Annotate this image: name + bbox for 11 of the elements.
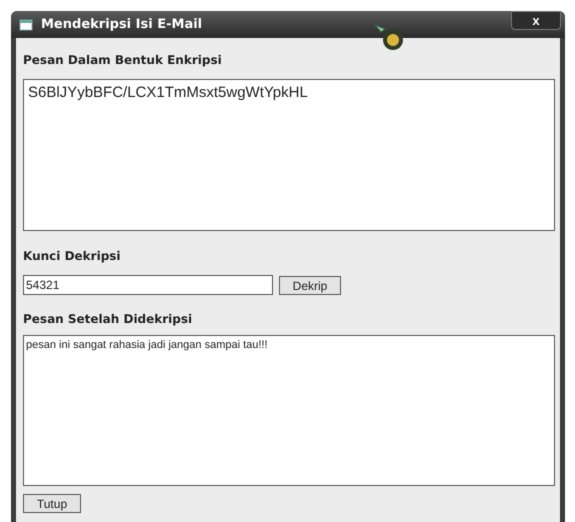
close-dialog-button[interactable]: Tutup <box>23 494 81 513</box>
encrypted-field[interactable]: S6BlJYybBFC/LCX1TmMsxt5wgWtYpkHL <box>23 79 555 231</box>
close-button[interactable]: x <box>511 11 561 30</box>
window-title: Mendekripsi Isi E-Mail <box>41 16 202 34</box>
decrypt-button[interactable]: Dekrip <box>279 276 341 294</box>
key-field[interactable]: 54321 <box>23 275 273 295</box>
decrypted-field[interactable]: pesan ini sangat rahasia jadi jangan sampai tau!!! <box>23 335 555 486</box>
encrypted-label: Pesan Dalam Bentuk Enkripsi <box>23 52 223 69</box>
decrypted-label: Pesan Setelah Didekripsi <box>23 311 194 328</box>
window-icon <box>19 18 33 30</box>
key-label: Kunci Dekripsi <box>23 248 122 265</box>
